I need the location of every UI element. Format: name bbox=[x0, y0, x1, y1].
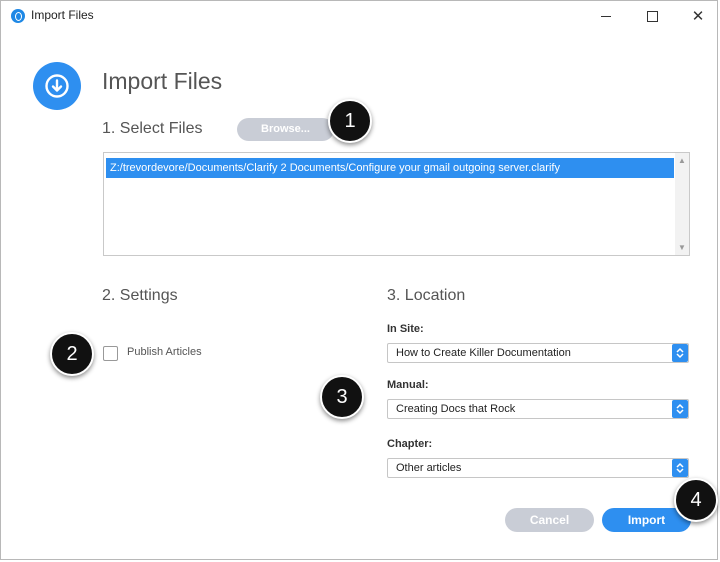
publish-articles-checkbox[interactable] bbox=[103, 346, 118, 361]
import-files-window: Import Files ✕ Import Files 1. Select Fi… bbox=[0, 0, 718, 560]
scroll-down-icon[interactable]: ▼ bbox=[678, 243, 686, 252]
file-list-item[interactable]: Z:/trevordevore/Documents/Clarify 2 Docu… bbox=[106, 158, 674, 178]
page-title: Import Files bbox=[102, 68, 223, 94]
step-marker-1: 1 bbox=[328, 99, 372, 143]
close-icon: ✕ bbox=[691, 8, 705, 25]
title-bar: Import Files ✕ bbox=[1, 1, 717, 31]
chapter-select[interactable]: Other articles bbox=[387, 458, 689, 478]
scroll-up-icon[interactable]: ▲ bbox=[678, 156, 686, 165]
settings-heading: 2. Settings bbox=[102, 287, 178, 304]
dropdown-stepper-icon bbox=[672, 400, 688, 418]
app-logo-icon bbox=[11, 9, 25, 23]
maximize-button[interactable] bbox=[629, 1, 675, 31]
publish-articles-label: Publish Articles bbox=[127, 346, 202, 358]
dropdown-stepper-icon bbox=[672, 459, 688, 477]
dropdown-stepper-icon bbox=[672, 344, 688, 362]
window-title: Import Files bbox=[31, 8, 94, 22]
browse-button[interactable]: Browse... bbox=[237, 118, 334, 141]
cancel-button[interactable]: Cancel bbox=[505, 508, 594, 532]
file-list-scrollbar[interactable]: ▲ ▼ bbox=[675, 153, 689, 255]
in-site-select[interactable]: How to Create Killer Documentation bbox=[387, 343, 689, 363]
in-site-label: In Site: bbox=[387, 323, 424, 335]
in-site-value: How to Create Killer Documentation bbox=[396, 347, 571, 359]
select-files-heading: 1. Select Files bbox=[102, 120, 203, 137]
minimize-icon bbox=[601, 16, 611, 17]
step-marker-4: 4 bbox=[674, 478, 718, 522]
close-button[interactable]: ✕ bbox=[675, 1, 720, 31]
minimize-button[interactable] bbox=[583, 1, 629, 31]
download-circle-icon bbox=[33, 62, 81, 110]
manual-value: Creating Docs that Rock bbox=[396, 403, 516, 415]
chapter-label: Chapter: bbox=[387, 438, 433, 450]
step-marker-2: 2 bbox=[50, 332, 94, 376]
maximize-icon bbox=[646, 11, 658, 22]
manual-label: Manual: bbox=[387, 379, 429, 391]
chapter-value: Other articles bbox=[396, 462, 462, 474]
step-marker-3: 3 bbox=[320, 375, 364, 419]
file-list[interactable]: Z:/trevordevore/Documents/Clarify 2 Docu… bbox=[103, 152, 690, 256]
manual-select[interactable]: Creating Docs that Rock bbox=[387, 399, 689, 419]
location-heading: 3. Location bbox=[387, 287, 466, 304]
